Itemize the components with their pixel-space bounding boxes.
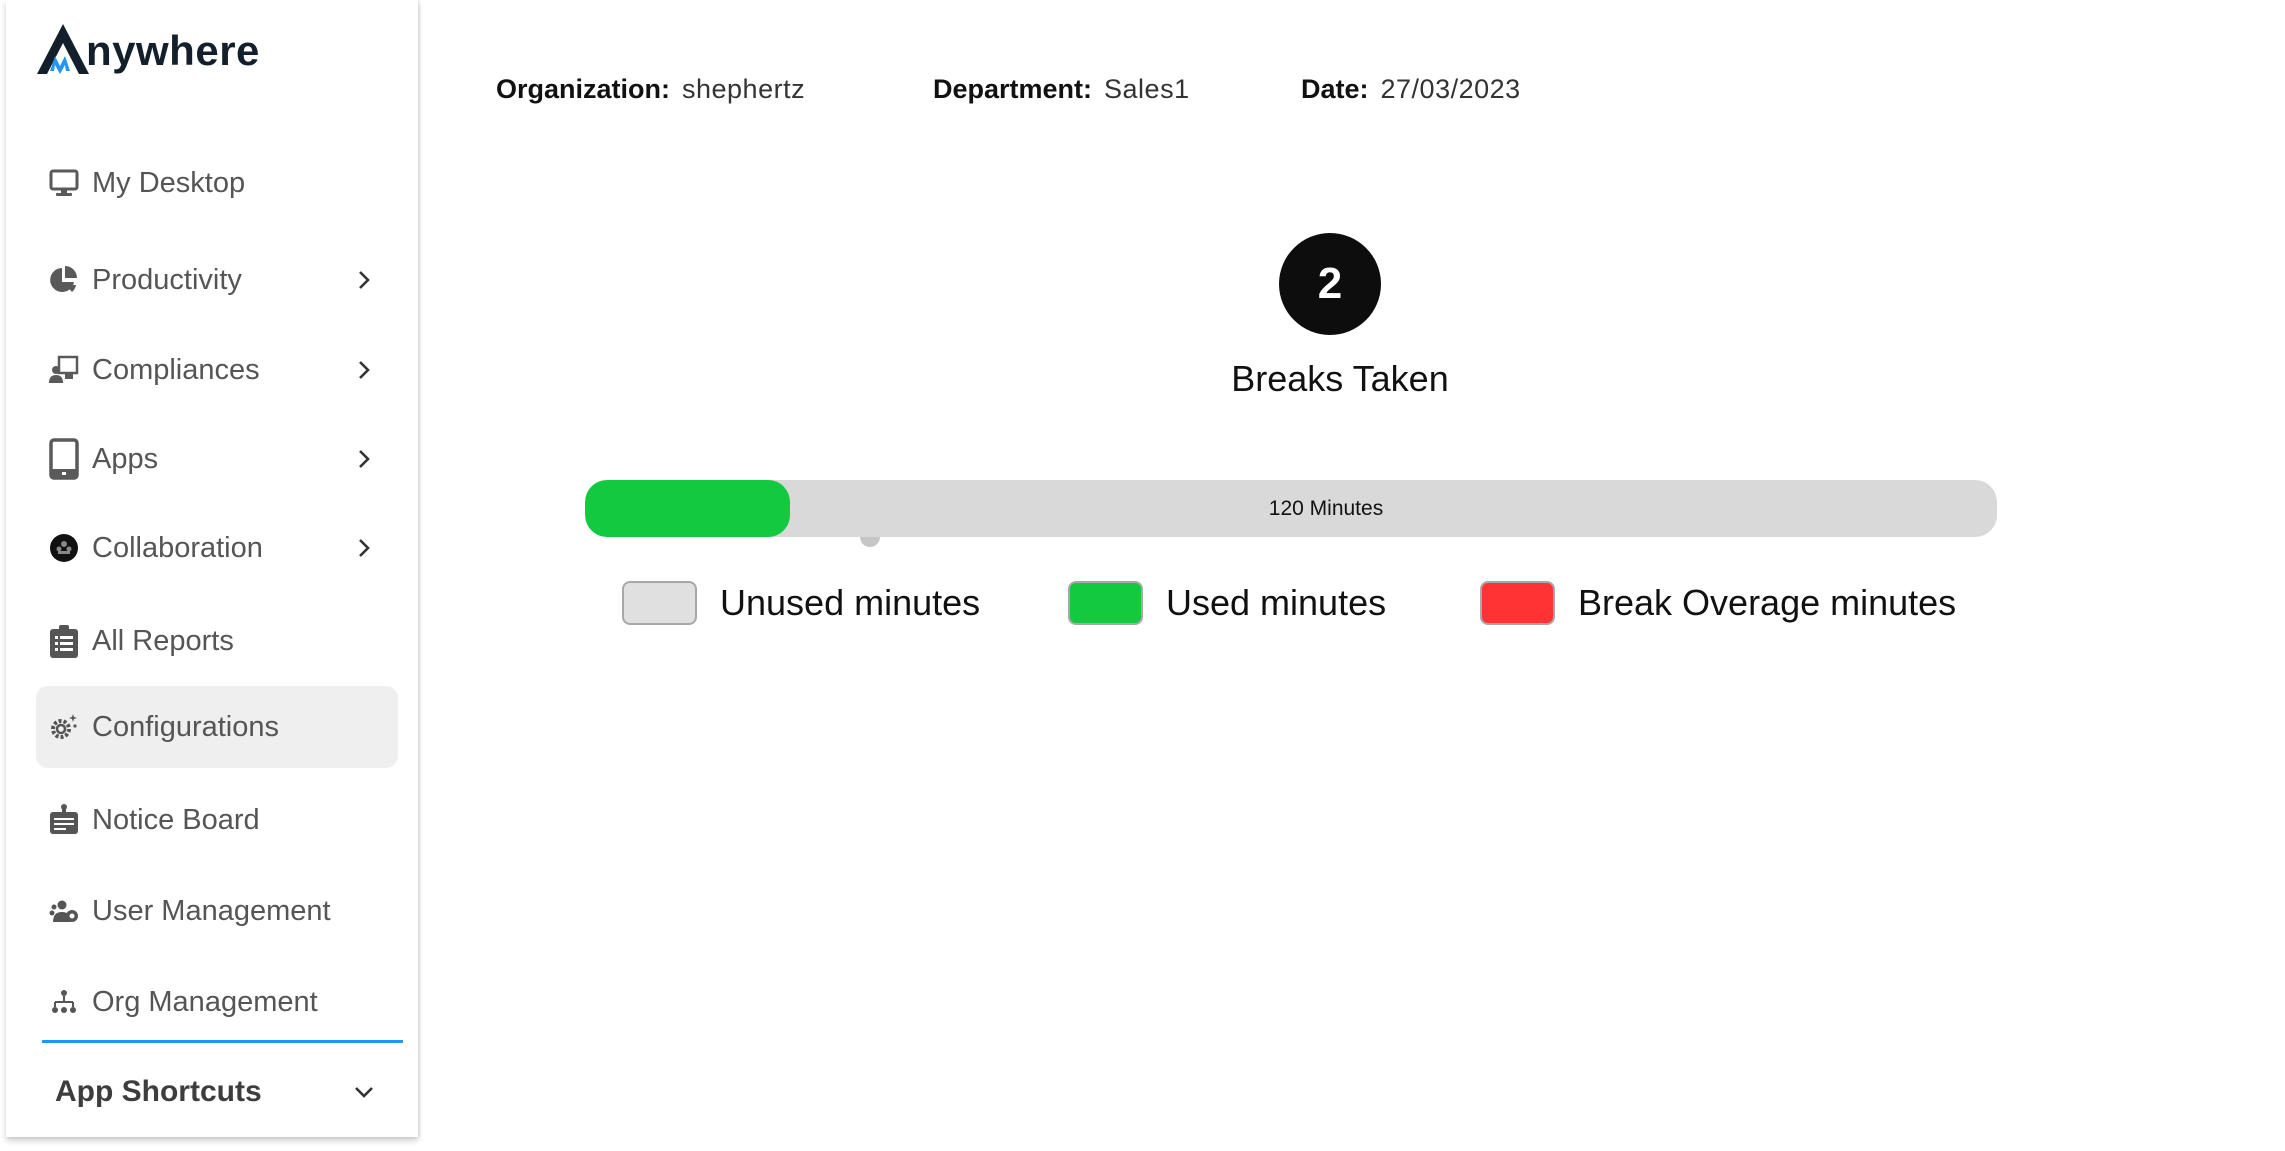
sidebar-divider <box>42 1040 403 1043</box>
legend-label-used: Used minutes <box>1166 582 1387 623</box>
sidebar-item-label: Collaboration <box>92 531 263 564</box>
app-shortcuts-toggle[interactable]: App Shortcuts <box>36 1062 398 1122</box>
department-info: Department: Sales1 <box>933 74 1190 105</box>
sidebar-item-label: All Reports <box>92 624 234 657</box>
bar-total-label: 120 Minutes <box>1268 496 1384 520</box>
breaks-count-badge: 2 <box>1279 233 1381 335</box>
department-key: Department: <box>933 74 1093 104</box>
department-value: Sales1 <box>1104 74 1190 104</box>
logo[interactable]: nywhere <box>37 20 260 74</box>
sidebar-item-label: Configurations <box>92 710 279 743</box>
chevron-right-icon <box>359 361 370 379</box>
logo-text: nywhere <box>86 27 260 74</box>
sidebar-item-label: Productivity <box>92 263 242 296</box>
sidebar-item-label: My Desktop <box>92 166 246 199</box>
sidebar-item-user-management[interactable]: User Management <box>36 870 398 952</box>
date-value: 27/03/2023 <box>1380 74 1521 104</box>
sidebar-item-label: Notice Board <box>92 803 260 836</box>
settings-gear-icon <box>49 712 79 742</box>
sidebar-item-compliances[interactable]: Compliances <box>36 329 398 411</box>
date-info: Date: 27/03/2023 <box>1301 74 1521 105</box>
presenter-icon <box>49 355 79 385</box>
organization-key: Organization: <box>496 74 670 104</box>
organization-info: Organization: shephertz <box>496 74 805 105</box>
legend-used: Used minutes <box>1068 581 1386 625</box>
users-gear-icon <box>49 896 79 926</box>
date-key: Date: <box>1301 74 1369 104</box>
legend-label-unused: Unused minutes <box>720 582 981 623</box>
sidebar-item-label: Org Management <box>92 985 318 1018</box>
sidebar-item-label: User Management <box>92 894 331 927</box>
legend-unused: Unused minutes <box>622 581 980 625</box>
sidebar-item-my-desktop[interactable]: My Desktop <box>36 142 398 224</box>
logo-mark-icon <box>37 24 89 74</box>
sidebar-item-all-reports[interactable]: All Reports <box>36 600 398 682</box>
collaboration-icon <box>49 533 79 563</box>
legend-swatch-used <box>1068 581 1143 625</box>
mobile-phone-icon <box>49 438 79 480</box>
sidebar-item-apps[interactable]: Apps <box>36 418 398 500</box>
sidebar-item-notice-board[interactable]: Notice Board <box>36 779 398 861</box>
break-minutes-bar[interactable]: 120 Minutes <box>585 480 1997 537</box>
clipboard-list-icon <box>49 625 79 658</box>
sidebar-item-org-management[interactable]: Org Management <box>36 961 398 1043</box>
sidebar-item-label: Apps <box>92 442 159 475</box>
monitor-icon <box>49 168 79 198</box>
chevron-right-icon <box>359 271 370 289</box>
chevron-right-icon <box>359 450 370 468</box>
sidebar-item-productivity[interactable]: Productivity <box>36 239 398 321</box>
pie-chart-icon <box>49 265 79 295</box>
chevron-right-icon <box>359 539 370 557</box>
legend-swatch-overage <box>1480 581 1555 625</box>
legend-swatch-unused <box>622 581 697 625</box>
org-chart-icon <box>49 987 79 1017</box>
sidebar-item-configurations[interactable]: Configurations <box>36 686 398 768</box>
sidebar-item-label: Compliances <box>92 353 260 386</box>
organization-value: shephertz <box>682 74 806 104</box>
legend-overage: Break Overage minutes <box>1480 581 1956 625</box>
sidebar-item-collaboration[interactable]: Collaboration <box>36 507 398 589</box>
sidebar: nywhere My Desktop Productivity Complian… <box>6 0 418 1137</box>
breaks-taken-label: Breaks Taken <box>1231 358 1449 399</box>
legend-label-overage: Break Overage minutes <box>1578 582 1957 623</box>
chevron-down-icon <box>355 1087 373 1098</box>
app-shortcuts-label: App Shortcuts <box>55 1075 262 1108</box>
notice-board-icon <box>49 804 79 835</box>
